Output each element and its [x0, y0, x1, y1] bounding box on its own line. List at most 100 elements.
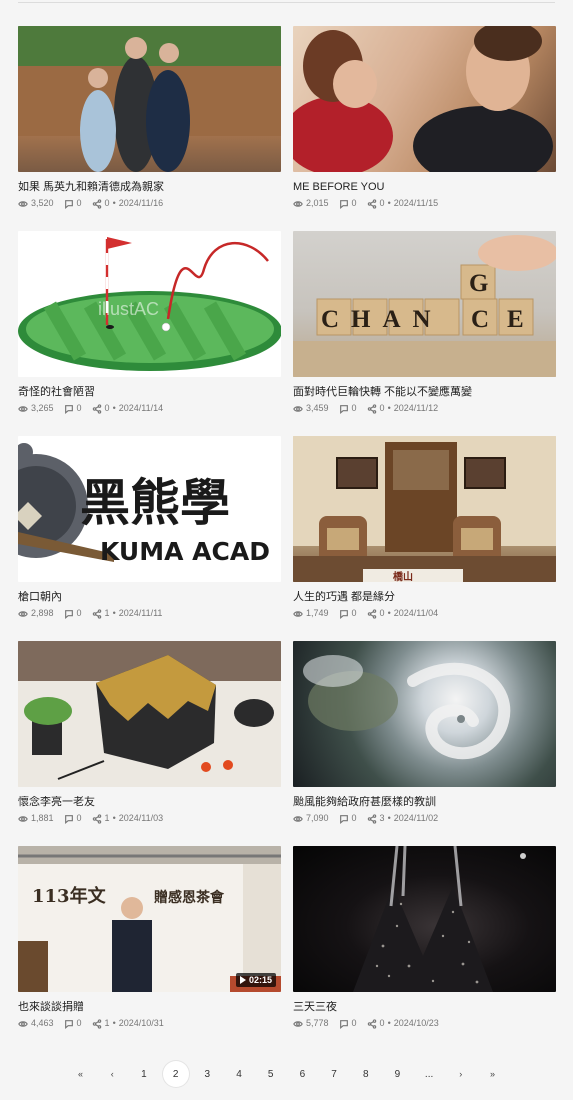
play-icon: [239, 976, 246, 984]
post-title[interactable]: 面對時代巨輪快轉 不能以不變應萬變: [293, 386, 556, 399]
comment-count: 0: [76, 198, 82, 208]
kuma-chinese-text: 黑熊學: [80, 474, 230, 532]
post-title[interactable]: 如果 馬英九和賴清德成為親家: [18, 181, 281, 194]
post-date: 2024/11/14: [118, 403, 164, 413]
pagination: « ‹ 1 2 3 4 5 6 7 8 9 ... › »: [0, 1060, 573, 1088]
post-title[interactable]: 三天三夜: [293, 1001, 556, 1014]
last-page-button[interactable]: »: [477, 1061, 509, 1087]
post-title[interactable]: 人生的巧遇 都是緣分: [293, 591, 556, 604]
sign-text: 橋山: [393, 570, 413, 582]
eye-icon: [293, 405, 303, 412]
video-duration-badge: 02:15: [235, 973, 276, 987]
kuma-english-text: KUMA ACAD: [100, 537, 270, 566]
pagination-ellipsis: ...: [424, 1068, 434, 1080]
pottery-vase-image: [18, 641, 281, 787]
first-page-button[interactable]: «: [65, 1061, 97, 1087]
comment-icon: [339, 199, 348, 209]
post-meta: 2,015 0 0 • 2024/11/15: [293, 198, 556, 209]
view-count: 3,265: [31, 403, 54, 413]
banner-text: 113年文: [32, 885, 107, 907]
meta-dot: •: [112, 813, 116, 823]
comment-count: 0: [351, 403, 357, 413]
post-thumbnail[interactable]: 黑熊學 KUMA ACAD: [18, 436, 281, 582]
comment-icon: [339, 1019, 348, 1029]
post-thumbnail[interactable]: [293, 846, 556, 992]
kuma-academy-logo-image: 黑熊學 KUMA ACAD: [18, 443, 270, 566]
eye-icon: [293, 1020, 303, 1027]
post-card[interactable]: ME BEFORE YOU 2,015 0 0 • 2024/11/15: [293, 26, 556, 209]
share-icon: [92, 813, 101, 824]
page-7-button[interactable]: 7: [318, 1061, 350, 1087]
post-date: 2024/10/23: [393, 1018, 439, 1028]
post-thumbnail[interactable]: illustAC: [18, 231, 281, 377]
share-count: 1: [104, 813, 110, 823]
post-thumbnail[interactable]: 橋山: [293, 436, 556, 582]
share-count: 0: [104, 198, 110, 208]
post-thumbnail[interactable]: 113年文 贈感恩茶會 02:15: [18, 846, 281, 992]
post-grid: 如果 馬英九和賴清德成為親家 3,520 0 0 • 2024/11/16 ME…: [18, 26, 556, 1029]
post-card[interactable]: 如果 馬英九和賴清德成為親家 3,520 0 0 • 2024/11/16: [18, 26, 281, 209]
page-2-button-current[interactable]: 2: [160, 1061, 192, 1087]
view-count: 3,459: [306, 403, 329, 413]
post-title[interactable]: ME BEFORE YOU: [293, 181, 556, 194]
post-card[interactable]: 三天三夜 5,778 0 0 • 2024/10/23: [293, 846, 556, 1029]
meta-dot: •: [387, 813, 391, 823]
post-card[interactable]: 橋山 人生的巧遇 都是緣分 1,749 0 0 • 2024/11/04: [293, 436, 556, 619]
page-6-button[interactable]: 6: [287, 1061, 319, 1087]
prev-page-button[interactable]: ‹: [96, 1061, 128, 1087]
typhoon-satellite-image: [303, 655, 511, 760]
meta-dot: •: [387, 608, 391, 618]
page-4-button[interactable]: 4: [223, 1061, 255, 1087]
current-page-label: 2: [162, 1061, 189, 1087]
page-1-button[interactable]: 1: [128, 1061, 160, 1087]
view-count: 2,898: [31, 608, 54, 618]
next-page-button[interactable]: ›: [445, 1061, 477, 1087]
blocks-text-e: E: [507, 306, 524, 333]
post-thumbnail[interactable]: [18, 26, 281, 172]
post-card[interactable]: 懷念李亮一老友 1,881 0 1 • 2024/11/03: [18, 641, 281, 824]
post-meta: 4,463 0 1 • 2024/10/31: [18, 1018, 281, 1029]
post-thumbnail[interactable]: [293, 641, 556, 787]
post-title[interactable]: 奇怪的社會陋習: [18, 386, 281, 399]
share-icon: [367, 813, 376, 824]
watermark-text: illustAC: [98, 299, 159, 319]
post-thumbnail[interactable]: [293, 26, 556, 172]
post-meta: 1,749 0 0 • 2024/11/04: [293, 608, 556, 619]
eye-icon: [293, 815, 303, 822]
comment-count: 0: [76, 403, 82, 413]
post-title[interactable]: 也來談談捐贈: [18, 1001, 281, 1014]
post-title[interactable]: 颱風能夠給政府甚麼樣的教訓: [293, 796, 556, 809]
share-icon: [367, 403, 376, 414]
post-title[interactable]: 槍口朝內: [18, 591, 281, 604]
post-title[interactable]: 懷念李亮一老友: [18, 796, 281, 809]
share-count: 0: [379, 198, 385, 208]
post-card[interactable]: illustAC 奇怪的社會陋習 3,265 0 0 • 2024/11/14: [18, 231, 281, 414]
post-card[interactable]: 113年文 贈感恩茶會 02:15 也來談談捐贈 4,463 0 1 • 202…: [18, 846, 281, 1029]
view-count: 3,520: [31, 198, 54, 208]
sequin-dress-image: [353, 846, 526, 992]
view-count: 1,881: [31, 813, 54, 823]
meta-dot: •: [387, 198, 391, 208]
post-thumbnail[interactable]: CHAN G C E: [293, 231, 556, 377]
view-count: 1,749: [306, 608, 329, 618]
share-icon: [367, 198, 376, 209]
post-card[interactable]: 颱風能夠給政府甚麼樣的教訓 7,090 0 3 • 2024/11/02: [293, 641, 556, 824]
post-date: 2024/11/11: [118, 608, 163, 618]
post-card[interactable]: CHAN G C E 面對時代巨輪快轉 不能以不變應萬變 3,459 0 0 •…: [293, 231, 556, 414]
eye-icon: [18, 405, 28, 412]
blocks-text-g: G: [469, 270, 488, 297]
page-9-button[interactable]: 9: [382, 1061, 414, 1087]
comment-count: 0: [351, 198, 357, 208]
post-date: 2024/11/15: [393, 198, 439, 208]
page-3-button[interactable]: 3: [191, 1061, 223, 1087]
view-count: 4,463: [31, 1018, 54, 1028]
post-meta: 1,881 0 1 • 2024/11/03: [18, 813, 281, 824]
comment-count: 0: [351, 1018, 357, 1028]
couple-dancing-image: [293, 26, 553, 172]
blocks-text-chan: CHAN: [321, 306, 443, 333]
post-thumbnail[interactable]: [18, 641, 281, 787]
page-5-button[interactable]: 5: [255, 1061, 287, 1087]
share-icon: [92, 403, 101, 414]
post-card[interactable]: 黑熊學 KUMA ACAD 槍口朝內 2,898 0 1 • 2024/11/1…: [18, 436, 281, 619]
page-8-button[interactable]: 8: [350, 1061, 382, 1087]
